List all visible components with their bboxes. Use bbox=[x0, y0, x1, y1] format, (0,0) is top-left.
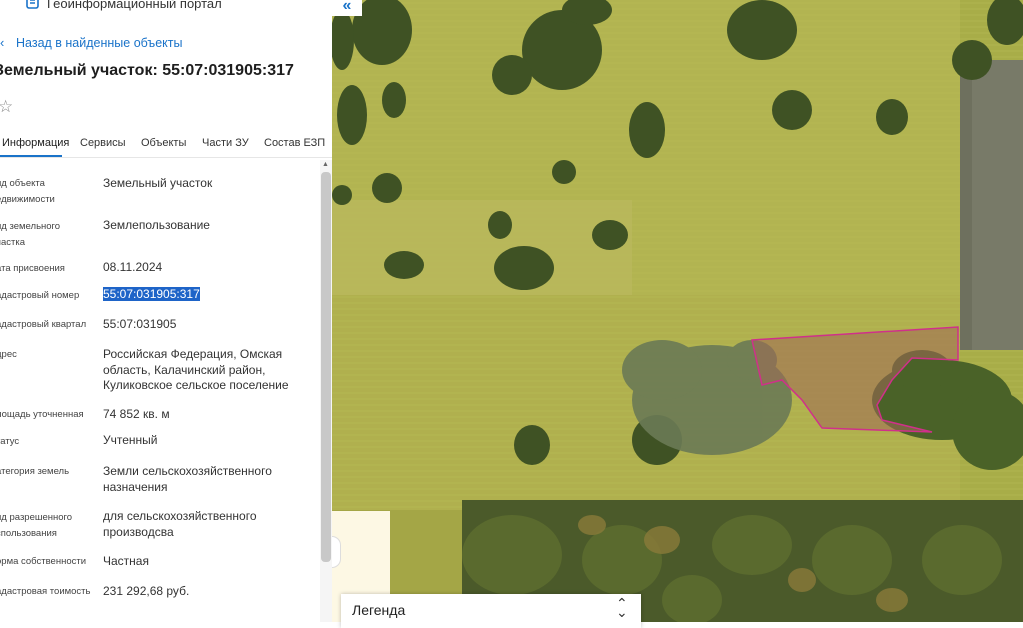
expand-collapse-icon: ⌃ ⌄ bbox=[616, 595, 628, 620]
portal-logo-icon bbox=[26, 0, 39, 9]
ownership-value: Частная bbox=[103, 554, 149, 568]
chevron-left-icon: ‹ bbox=[0, 35, 5, 50]
cadastral-cost-value: 231 292,68 руб. bbox=[103, 584, 190, 598]
info-panel: Геоинформационный портал ‹ Назад в найден… bbox=[0, 0, 332, 622]
tab-ezp-composition[interactable]: Состав ЕЗП bbox=[264, 137, 325, 149]
tab-objects[interactable]: Объекты bbox=[141, 137, 186, 149]
area-value: 74 852 кв. м bbox=[103, 407, 170, 421]
info-label: ид разрешенного спользования bbox=[0, 512, 73, 539]
tab-bar: Информация Сервисы Объекты Части ЗУ Сост… bbox=[0, 130, 332, 158]
address-value: Российская Федерация, Омская область, Ка… bbox=[103, 347, 289, 392]
favorite-star-icon[interactable]: ☆ bbox=[0, 97, 13, 117]
info-label: дрес bbox=[0, 349, 17, 360]
info-label: ид объекта едвижимости bbox=[0, 178, 55, 205]
scrollbar-thumb[interactable] bbox=[321, 172, 331, 562]
info-value: Земельный участок bbox=[103, 176, 213, 190]
tabs-divider bbox=[0, 157, 332, 158]
cadastral-number-value[interactable]: 55:07:031905:317 bbox=[103, 287, 308, 303]
info-label: ата присвоения bbox=[0, 263, 65, 274]
info-label: татус bbox=[0, 436, 20, 447]
map-imagery bbox=[332, 0, 1023, 622]
back-link-label: Назад в найденные объекты bbox=[16, 36, 183, 50]
land-category-value: Земли сельскохозяйственного назначения bbox=[103, 464, 272, 494]
permitted-use-value: для сельскохозяйственного производсва bbox=[103, 509, 257, 539]
panel-resize-handle[interactable] bbox=[332, 536, 341, 568]
satellite-map[interactable] bbox=[332, 0, 1023, 622]
header-bar: Геоинформационный портал bbox=[0, 0, 332, 14]
legend-label: Легенда bbox=[352, 602, 406, 618]
active-tab-indicator bbox=[0, 155, 62, 157]
tab-parcel-parts[interactable]: Части ЗУ bbox=[202, 137, 249, 149]
info-label: лощадь уточненная bbox=[0, 409, 84, 420]
scroll-up-arrow-icon[interactable]: ▲ bbox=[322, 161, 329, 168]
legend-dropdown[interactable]: Легенда ⌃ ⌄ bbox=[341, 594, 641, 628]
info-label: адастровая тоимость bbox=[0, 586, 91, 597]
info-value: 08.11.2024 bbox=[103, 260, 163, 274]
tab-information[interactable]: Информация bbox=[2, 137, 69, 149]
parcel-title: Земельный участок: 55:07:031905:317 bbox=[0, 62, 294, 79]
status-value: Учтенный bbox=[103, 433, 158, 447]
collapse-panel-button[interactable]: « bbox=[332, 0, 362, 16]
info-label: адастровый номер bbox=[0, 290, 80, 301]
tab-services[interactable]: Сервисы bbox=[80, 137, 126, 149]
info-label: орма собственности bbox=[0, 556, 87, 567]
portal-title: Геоинформационный портал bbox=[47, 0, 222, 11]
info-value: 55:07:031905 bbox=[103, 317, 177, 331]
info-label: адастровый квартал bbox=[0, 319, 87, 330]
selected-text: 55:07:031905:317 bbox=[103, 287, 200, 301]
info-label: атегория земель bbox=[0, 466, 70, 477]
info-label: ид земельного частка bbox=[0, 221, 61, 248]
double-chevron-left-icon: « bbox=[342, 0, 352, 14]
back-to-results-link[interactable]: ‹ Назад в найденные объекты bbox=[0, 35, 182, 50]
info-value: Землепользование bbox=[103, 218, 210, 232]
